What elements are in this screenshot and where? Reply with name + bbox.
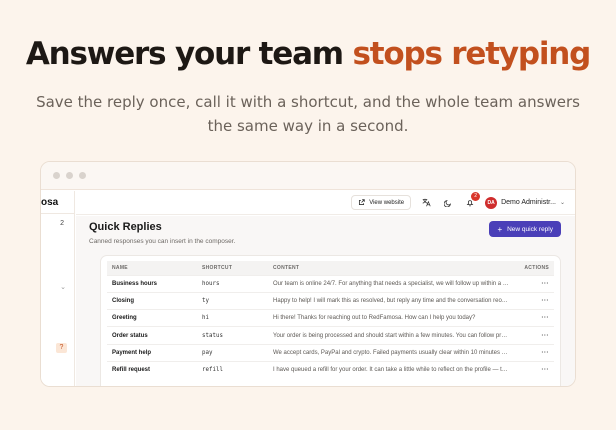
more-options-icon[interactable]: ··· [542,367,550,373]
divider [41,213,74,214]
reply-content: We accept cards, PayPal and crypto. Fail… [268,343,514,362]
reply-shortcut: status [197,326,268,345]
window-titlebar [41,162,575,190]
reply-shortcut: hi [197,309,268,327]
sidebar: osa 2 ⌄ ? ⌄ [41,191,75,386]
new-quick-reply-button[interactable]: + New quick reply [489,221,561,237]
reply-name: Greeting [107,309,197,327]
table-row[interactable]: Greeting hi Hi there! Thanks for reachin… [107,309,554,327]
reply-content: I have queued a refill for your order. I… [268,360,514,379]
user-name: Demo Administr... [501,199,556,206]
notifications-button[interactable]: 2 [463,191,481,210]
reply-content: Your order is being processed and should… [268,326,514,345]
window-dot-icon [66,172,73,179]
hero-title-main: Answers your team [25,36,344,72]
plus-icon: + [497,224,503,234]
reply-content: Our team is online 24/7. For anything th… [268,274,514,293]
quick-replies-table: NAME SHORTCUT CONTENT ACTIONS Business h… [107,261,554,379]
reply-name: Order status [107,326,197,345]
reply-name: Closing [107,291,197,310]
app-window: osa 2 ⌄ ? ⌄ View website 2 [40,161,576,387]
column-header[interactable]: NAME [107,261,197,275]
table-row[interactable]: Order status status Your order is being … [107,326,554,345]
reply-name: Refill request [107,360,197,379]
moon-icon[interactable] [441,196,455,210]
page-title: Quick Replies [89,221,162,233]
more-options-icon[interactable]: ··· [542,333,550,339]
reply-shortcut: refill [197,360,268,379]
external-link-icon [359,199,365,206]
table-row[interactable]: Business hours hours Our team is online … [107,274,554,293]
main-content: Quick Replies Canned responses you can i… [76,216,575,386]
more-options-icon[interactable]: ··· [542,315,550,321]
reply-content: Hi there! Thanks for reaching out to Red… [268,309,514,327]
brand-logo[interactable]: osa [41,197,58,208]
reply-shortcut: ty [197,291,268,310]
column-header: ACTIONS [524,264,549,271]
reply-content: Happy to help! I will mark this as resol… [268,291,514,310]
sidebar-badge: ? [56,343,67,353]
chevron-down-icon: ⌄ [559,200,565,206]
table-header-row: NAME SHORTCUT CONTENT ACTIONS [107,261,554,275]
more-options-icon[interactable]: ··· [542,298,550,304]
column-header[interactable]: SHORTCUT [197,261,268,275]
new-quick-reply-label: New quick reply [507,225,553,233]
avatar: DA [485,196,498,209]
quick-replies-table-card: NAME SHORTCUT CONTENT ACTIONS Business h… [100,255,561,386]
more-options-icon[interactable]: ··· [542,281,550,287]
column-header[interactable]: CONTENT [268,261,514,275]
reply-name: Business hours [107,274,197,293]
notification-badge: 2 [471,191,481,201]
more-options-icon[interactable]: ··· [542,350,550,356]
translate-icon[interactable] [419,196,433,210]
hero-title-accent: stops retyping [352,36,592,72]
hero-subtitle: Save the reply once, call it with a shor… [36,93,580,135]
reply-shortcut: pay [197,343,268,362]
table-row[interactable]: Closing ty Happy to help! I will mark th… [107,291,554,310]
table-row[interactable]: Refill request refill I have queued a re… [107,360,554,379]
hero-title: Answers your team stops retyping [0,36,616,72]
table-row[interactable]: Payment help pay We accept cards, PayPal… [107,343,554,362]
user-menu[interactable]: DA Demo Administr... ⌄ [485,196,565,209]
view-website-button[interactable]: View website [351,195,412,210]
chevron-down-icon[interactable]: ⌄ [60,283,66,291]
topbar: View website 2 DA Demo Administr... ⌄ [76,191,575,215]
reply-name: Payment help [107,343,197,362]
sidebar-count: 2 [60,220,64,227]
reply-shortcut: hours [197,274,268,293]
view-website-label: View website [369,199,405,206]
window-dot-icon [53,172,60,179]
page-description: Canned responses you can insert in the c… [89,238,236,245]
window-dot-icon [79,172,86,179]
